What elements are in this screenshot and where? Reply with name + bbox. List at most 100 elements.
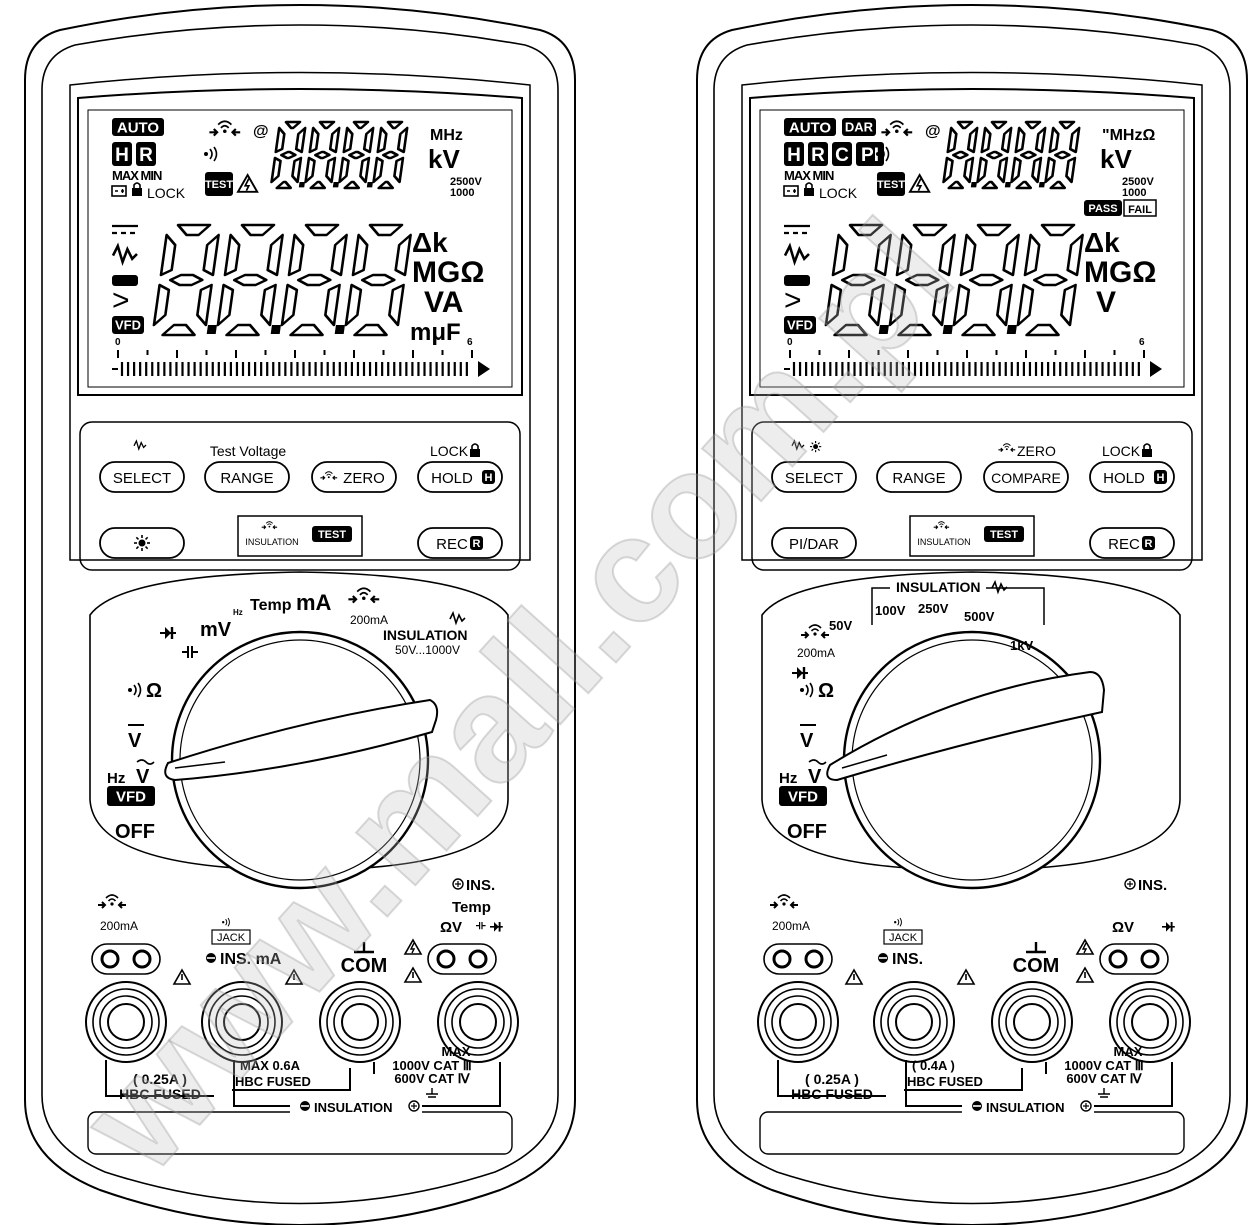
test-button[interactable]: INSULATION TEST <box>237 515 363 557</box>
dial-200ma: 200mA <box>797 646 835 660</box>
main-unit-3: V <box>1096 286 1116 319</box>
mode-letter-h: H <box>787 145 801 166</box>
dial-voltage-4: 1kV <box>1010 638 1033 653</box>
main-digit-1-dp <box>270 325 281 334</box>
dial-off: OFF <box>115 821 155 843</box>
auto-badge: AUTO <box>789 119 832 136</box>
top-unit-2: kV <box>428 144 460 174</box>
gt-indicator: > <box>112 284 130 317</box>
dial-voltage-2: 250V <box>918 601 949 616</box>
hold-h-badge: H <box>1157 472 1165 484</box>
button-range[interactable]: RANGE <box>876 461 962 493</box>
test-button[interactable]: INSULATION TEST <box>909 515 1035 557</box>
scale-start: 0 <box>115 337 121 348</box>
dial-200ma: 200mA <box>350 613 388 627</box>
button-label-2: COMPARE <box>991 470 1061 486</box>
test-button-insulation: INSULATION <box>917 537 970 547</box>
mode-letter-h: H <box>115 145 129 166</box>
fail-label: FAIL <box>1128 204 1152 216</box>
dial-voltage-1: 100V <box>875 603 906 618</box>
top-unit-v2: 1000 <box>1122 187 1146 199</box>
main-digit-0-dp <box>206 325 217 334</box>
jack-insulation-label: INSULATION <box>986 1100 1064 1115</box>
top-digit-1-dp <box>332 182 339 188</box>
top-digit-2-dp <box>1038 182 1045 188</box>
side-vfd-badge: VFD <box>115 318 141 333</box>
dial-hz: Hz <box>107 770 125 787</box>
top-unit-1: "MHzΩ <box>1102 127 1155 144</box>
button-label-0: SELECT <box>113 470 171 487</box>
jack-label: JACK <box>889 932 918 944</box>
jack-right-ohmv: ΩV <box>1112 919 1134 936</box>
button-label-2: ZERO <box>343 470 385 487</box>
button-row2-left[interactable]: PI/DAR <box>771 527 857 559</box>
at-sign: @ <box>925 123 941 140</box>
at-sign: @ <box>253 123 269 140</box>
main-unit-3: VA <box>424 286 463 319</box>
dial-temp: Temp <box>250 597 292 614</box>
dial-vac: V <box>136 766 150 788</box>
jack-com: COM <box>1013 955 1060 977</box>
button-row2-left[interactable] <box>99 527 185 559</box>
button-label-1: RANGE <box>892 470 945 487</box>
dial-vfd: VFD <box>788 788 818 805</box>
main-unit-1: Δk <box>1084 227 1120 258</box>
dial-voltage-0: 50V <box>829 618 852 633</box>
max-label: MAX <box>442 1044 471 1059</box>
jack-left-label: 200mA <box>100 919 138 933</box>
fuse1-rating: ( 0.25A ) <box>805 1071 859 1087</box>
sun-icon <box>134 535 150 551</box>
jack-right-ohmv: ΩV <box>440 919 462 936</box>
rec-button[interactable]: REC R <box>1089 527 1175 559</box>
dial-mv: mV <box>200 619 232 641</box>
main-unit-4: mμF <box>410 319 461 346</box>
auto-badge: AUTO <box>117 119 160 136</box>
scale-end: 6 <box>1139 337 1145 348</box>
maxmin-label: MAX MIN <box>112 168 162 183</box>
jack-right-ins: INS. <box>466 877 495 894</box>
top-digit-0-dp <box>298 182 305 188</box>
dial-vfd: VFD <box>116 788 146 805</box>
main-unit-2: MGΩ <box>1084 256 1156 289</box>
mode-letter-r: R <box>139 145 153 166</box>
dial-off: OFF <box>787 821 827 843</box>
dial-mv-hz: Hz <box>233 608 243 617</box>
dial-voltage-3: 500V <box>964 609 995 624</box>
label-test-voltage: Test Voltage <box>210 443 286 459</box>
meter-right: AUTO DARH R C PIMAX MINLOCK@TEST"MHzΩkV2500V… <box>696 4 1248 1225</box>
main-digit-2-dp <box>1006 325 1017 334</box>
top-unit-1: MHz <box>430 127 463 144</box>
button-compare[interactable]: COMPARE <box>983 461 1069 493</box>
fuse2-rating: ( 0.4A ) <box>912 1058 955 1073</box>
button-hold[interactable]: HOLD H <box>417 461 503 493</box>
button-range[interactable]: RANGE <box>204 461 290 493</box>
dial-hz: Hz <box>779 770 797 787</box>
mode-letter-pi: PI <box>861 145 879 166</box>
mode-letter-c: C <box>835 145 849 166</box>
max-cat4: 600V CAT Ⅳ <box>1066 1071 1142 1086</box>
dial-ohm: Ω <box>818 680 834 702</box>
main-unit-1: Δk <box>412 227 448 258</box>
scale-end: 6 <box>467 337 473 348</box>
rec-button[interactable]: REC R <box>417 527 503 559</box>
button-hold[interactable]: HOLD H <box>1089 461 1175 493</box>
dial-vdc: V <box>128 730 142 752</box>
test-badge: TEST <box>877 179 905 191</box>
dial-vac: V <box>808 766 822 788</box>
pass-badge: PASS <box>1088 203 1117 215</box>
rec-r-badge: R <box>1145 538 1153 550</box>
button-select[interactable]: SELECT <box>99 461 185 493</box>
button-zero[interactable]: ZERO <box>311 461 397 493</box>
max-cat4: 600V CAT Ⅳ <box>394 1071 470 1086</box>
test-badge: TEST <box>205 179 233 191</box>
jack-insulation-label: INSULATION <box>314 1100 392 1115</box>
jack-ins-ma: INS. <box>892 951 923 968</box>
rec-r-badge: R <box>473 538 481 550</box>
top-unit-v2: 1000 <box>450 187 474 199</box>
top-digit-1-dp <box>1004 182 1011 188</box>
test-button-insulation: INSULATION <box>245 537 298 547</box>
maxmin-label: MAX MIN <box>784 168 834 183</box>
pidar-label: PI/DAR <box>789 536 839 553</box>
rec-label: REC <box>1108 536 1140 553</box>
meters-diagram: AUTOH RMAX MINLOCK@TESTMHzkV2500V1000>VFD… <box>24 4 1248 1225</box>
